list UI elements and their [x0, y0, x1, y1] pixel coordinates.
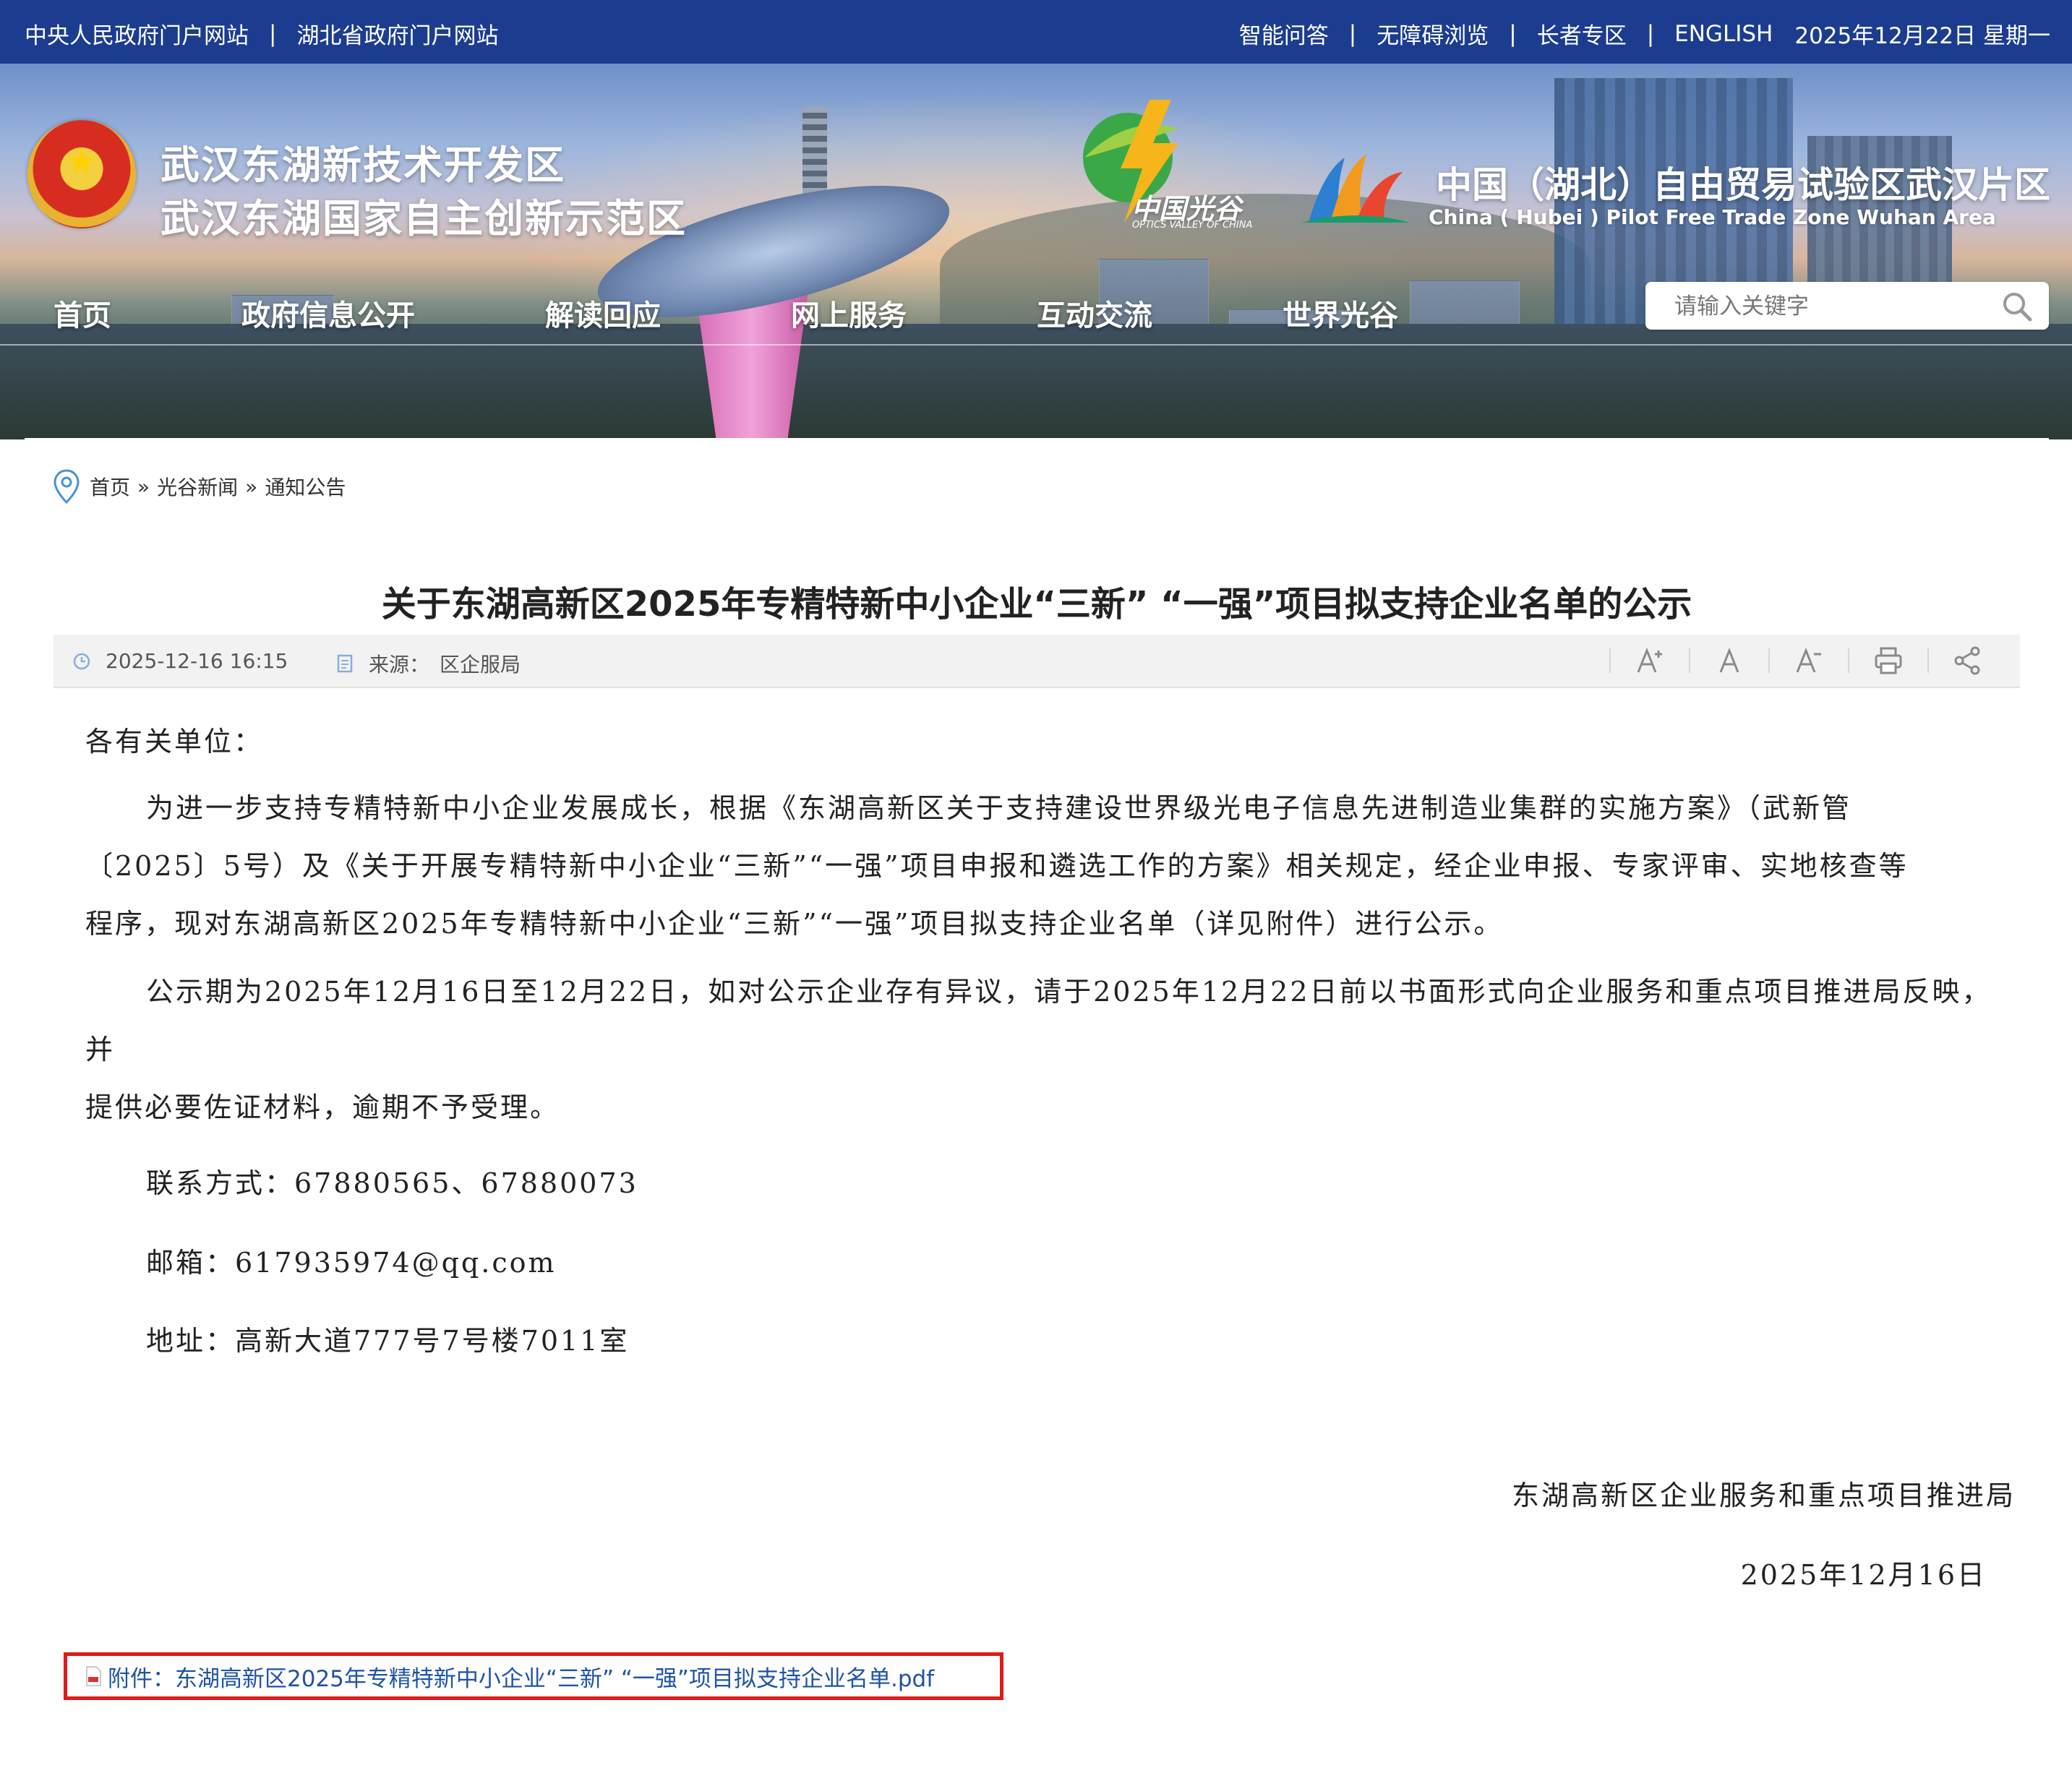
toolbar-divider [1927, 648, 1929, 673]
article-date: 2025-12-16 16:15 [72, 649, 288, 673]
pdf-file-icon [86, 1666, 101, 1686]
accessibility-link[interactable]: 无障碍浏览 [1377, 17, 1489, 50]
contact-phone: 联系方式：67880565、67880073 [146, 1167, 638, 1199]
breadcrumb-notices[interactable]: 通知公告 [265, 472, 346, 501]
salutation: 各有关单位： [85, 726, 264, 758]
free-trade-zone-logo-icon [1301, 154, 1410, 223]
nav-item-interpretation[interactable]: 解读回应 [545, 292, 661, 334]
font-decrease-icon[interactable] [1793, 645, 1825, 677]
breadcrumb-separator: » [137, 474, 150, 499]
free-trade-zone-subtitle: China ( Hubei ) Pilot Free Trade Zone Wu… [1429, 205, 1996, 229]
nav-item-world-optics-valley[interactable]: 世界光谷 [1283, 292, 1398, 334]
source-value: 区企服局 [440, 653, 521, 677]
article-body: 各有关单位： 为进一步支持专精特新中小企业发展成长，根据《东湖高新区关于支持建设… [85, 713, 2008, 1136]
top-bar-left-links: 中央人民政府门户网站 | 湖北省政府门户网站 [25, 17, 498, 50]
paragraph-2-line-2: 提供必要佐证材料，逾期不予受理。 [85, 1091, 560, 1123]
source-label: 来源： [369, 653, 430, 677]
elderly-zone-link[interactable]: 长者专区 [1537, 17, 1627, 50]
signature-organization: 东湖高新区企业服务和重点项目推进局 [1511, 1480, 2016, 1511]
contact-address: 地址：高新大道777号7号楼7011室 [146, 1325, 630, 1357]
paragraph-2-line-1: 公示期为2025年12月16日至12月22日，如对公示企业存有异议，请于2025… [85, 976, 1992, 1065]
breadcrumb: 首页 » 光谷新闻 » 通知公告 [53, 468, 346, 505]
nav-divider [0, 344, 2072, 346]
breadcrumb-home[interactable]: 首页 [90, 472, 130, 501]
search-icon[interactable] [2001, 291, 2033, 322]
font-increase-icon[interactable] [1634, 645, 1666, 677]
optics-valley-logo-subtext: OPTICS VALLEY OF CHINA [1132, 220, 1253, 231]
free-trade-zone-title: 中国（湖北）自由贸易试验区武汉片区 [1436, 164, 2050, 206]
clock-icon [73, 653, 90, 669]
document-icon [337, 654, 353, 673]
article-source: 来源： 区企服局 [335, 649, 521, 678]
top-bar-right-links: 智能问答 | 无障碍浏览 | 长者专区 | ENGLISH 2025年12月22… [1239, 17, 2050, 50]
central-gov-portal-link[interactable]: 中央人民政府门户网站 [25, 17, 249, 50]
hubei-gov-portal-link[interactable]: 湖北省政府门户网站 [296, 17, 498, 50]
article-date-text: 2025-12-16 16:15 [106, 649, 288, 673]
nav-item-online-service[interactable]: 网上服务 [791, 292, 907, 334]
article-tools [1586, 645, 1984, 677]
current-date: 2025年12月22日 星期一 [1794, 23, 2050, 49]
site-title-line1: 武汉东湖新技术开发区 [160, 142, 565, 188]
separator: | [1348, 20, 1357, 47]
separator: | [1646, 20, 1655, 47]
article-card: 首页 » 光谷新闻 » 通知公告 关于东湖高新区2025年专精特新中小企业“三新… [25, 438, 2049, 1781]
english-link[interactable]: ENGLISH [1674, 21, 1773, 47]
header-banner: 武汉东湖新技术开发区 武汉东湖国家自主创新示范区 中国光谷 OPTICS VAL… [0, 64, 2072, 439]
toolbar-divider [1848, 648, 1849, 673]
nav-item-gov-info[interactable]: 政府信息公开 [241, 292, 415, 334]
attachment-pdf-link[interactable]: 附件：东湖高新区2025年专精特新中小企业“三新” “一强”项目拟支持企业名单.… [108, 1660, 934, 1693]
search-bar [1645, 282, 2049, 330]
smart-qa-link[interactable]: 智能问答 [1239, 17, 1329, 50]
search-input[interactable] [1673, 291, 1979, 322]
toolbar-divider [1609, 648, 1611, 673]
attachment-highlight-box: 附件：东湖高新区2025年专精特新中小企业“三新” “一强”项目拟支持企业名单.… [64, 1652, 1003, 1700]
print-icon[interactable] [1872, 645, 1904, 677]
national-emblem-icon [27, 120, 136, 228]
contact-email: 邮箱：617935974@qq.com [146, 1247, 557, 1279]
location-pin-icon [53, 469, 80, 504]
toolbar-divider [1768, 648, 1770, 673]
paragraph-1-line-2: 〔2025〕5号）及《关于开展专精特新中小企业“三新”“一强”项目申报和遴选工作… [85, 850, 1909, 882]
signature-date: 2025年12月16日 [1740, 1559, 1987, 1591]
breadcrumb-optics-valley-news[interactable]: 光谷新闻 [157, 472, 238, 501]
nav-item-interaction[interactable]: 互动交流 [1037, 292, 1152, 334]
nav-item-home[interactable]: 首页 [53, 292, 111, 334]
paragraph-1-line-3: 程序，现对东湖高新区2025年专精特新中小企业“三新”“一强”项目拟支持企业名单… [85, 908, 1504, 940]
site-title-line2: 武汉东湖国家自主创新示范区 [160, 196, 687, 241]
font-reset-icon[interactable] [1713, 645, 1745, 677]
share-icon[interactable] [1952, 645, 1984, 677]
toolbar-divider [1689, 648, 1690, 673]
separator: | [269, 20, 277, 47]
breadcrumb-separator: » [245, 474, 258, 499]
top-utility-bar: 中央人民政府门户网站 | 湖北省政府门户网站 智能问答 | 无障碍浏览 | 长者… [0, 0, 2072, 64]
paragraph-1-line-1: 为进一步支持专精特新中小企业发展成长，根据《东湖高新区关于支持建设世界级光电子信… [146, 792, 1852, 824]
article-title: 关于东湖高新区2025年专精特新中小企业“三新” “一强”项目拟支持企业名单的公… [381, 584, 1692, 625]
separator: | [1509, 20, 1517, 47]
article-meta-bar: 2025-12-16 16:15 来源： 区企服局 [53, 635, 2020, 688]
